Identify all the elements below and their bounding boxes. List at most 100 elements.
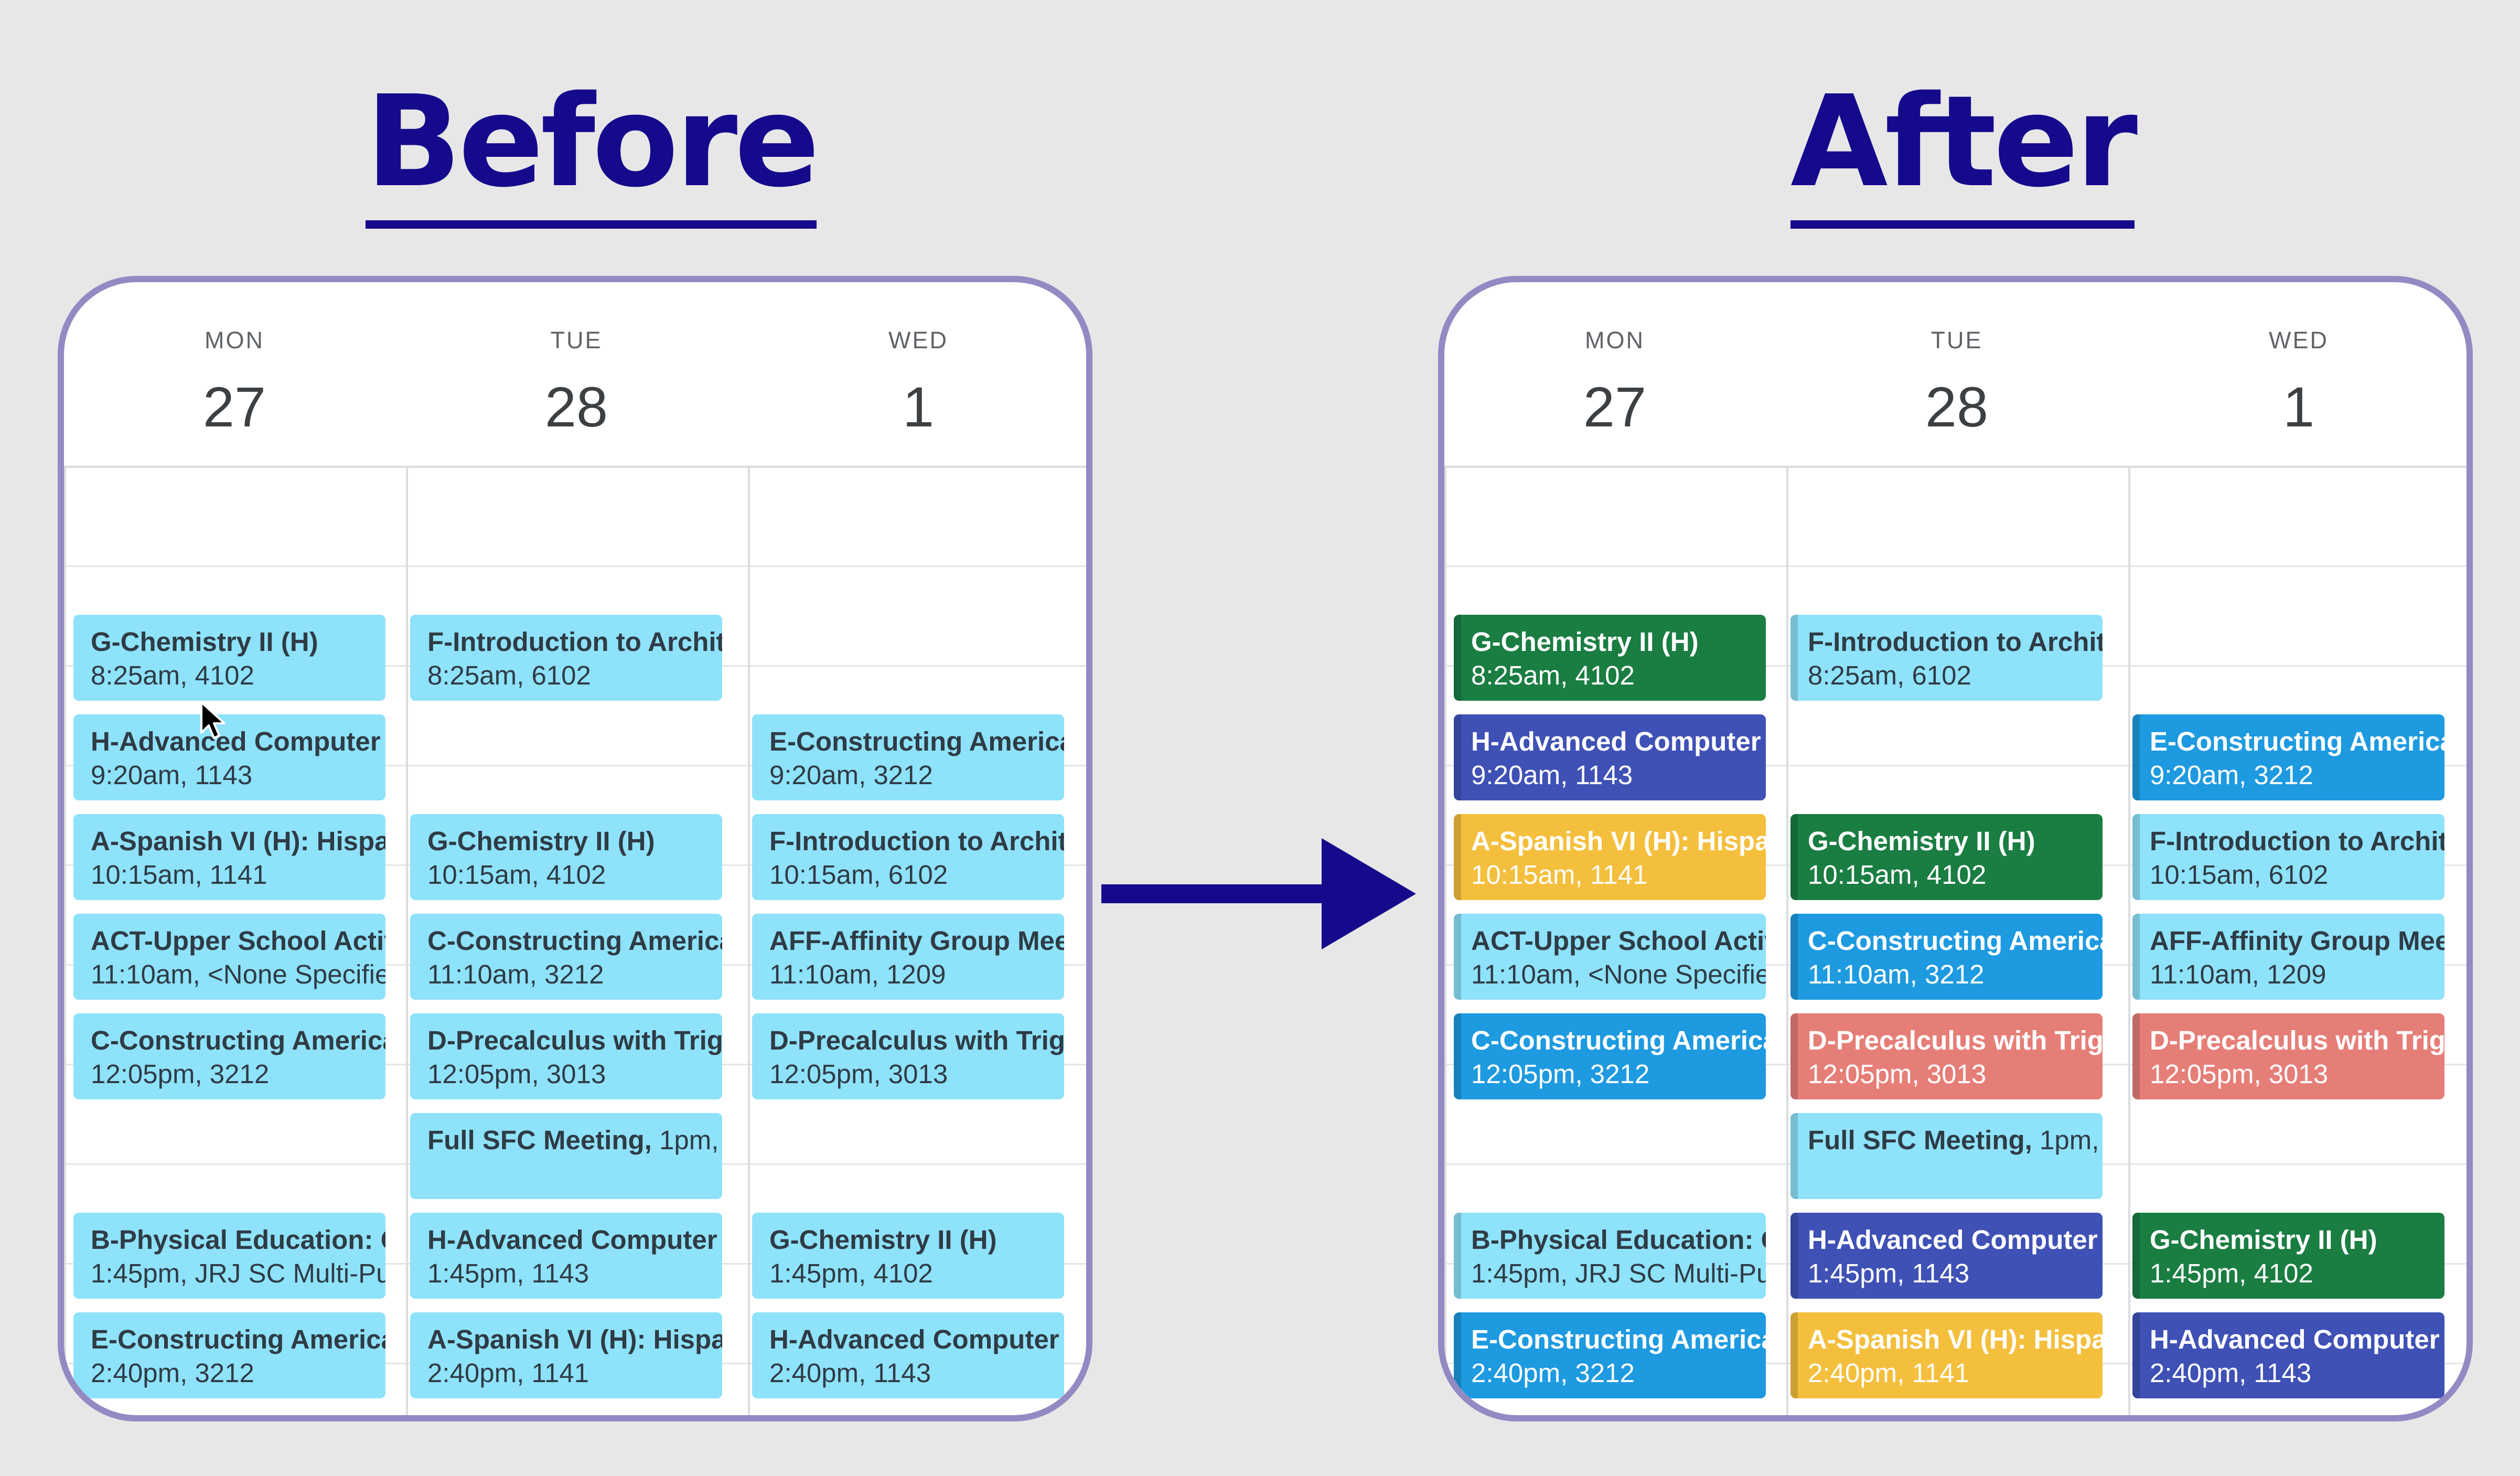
event-time-room: 1:45pm, 4102 <box>2150 1258 2313 1288</box>
calendar-event[interactable]: AFF-Affinity Group Meet 11:10am, 1209 <box>2132 914 2444 1000</box>
header-divider <box>64 466 1086 468</box>
event-title: E-Constructing America <box>2150 726 2444 756</box>
event-time-room: 1:45pm, 1143 <box>1808 1258 1970 1288</box>
header-divider <box>1444 466 2467 468</box>
date-number: 1 <box>2282 375 2315 438</box>
all-day-row-divider <box>64 565 1086 567</box>
event-title: D-Precalculus with Trigo <box>427 1025 722 1055</box>
event-time-room: 1:45pm, 4102 <box>769 1258 933 1288</box>
calendar-event[interactable]: H-Advanced Computer S 1:45pm, 1143 <box>410 1213 722 1299</box>
calendar-event[interactable]: ACT-Upper School Activ 11:10am, <None Spe… <box>73 914 385 1000</box>
calendar-event[interactable]: G-Chemistry II (H) 8:25am, 4102 <box>1454 615 1766 701</box>
calendar-event[interactable]: B-Physical Education: G 1:45pm, JRJ SC Mu… <box>73 1213 385 1299</box>
date-number: 28 <box>544 375 608 438</box>
calendar-event[interactable]: G-Chemistry II (H) 1:45pm, 4102 <box>752 1213 1064 1299</box>
calendar-event[interactable]: D-Precalculus with Trigo 12:05pm, 3013 <box>752 1013 1064 1099</box>
event-title: D-Precalculus with Trigo <box>1808 1025 2103 1055</box>
event-title: B-Physical Education: G <box>1471 1225 1766 1255</box>
calendar-event[interactable]: Full SFC Meeting, 1pm, R <box>410 1113 722 1199</box>
after-calendar: MON 27 TUE 28 WED 1 G-Chemistry II (H) 8:25am, … <box>1438 276 2473 1421</box>
calendar-event[interactable]: F-Introduction to Archite 10:15am, 6102 <box>2132 814 2444 900</box>
calendar-event[interactable]: C-Constructing America 11:10am, 3212 <box>1790 914 2103 1000</box>
event-title: G-Chemistry II (H) <box>1808 826 2035 856</box>
event-title: G-Chemistry II (H) <box>427 826 655 856</box>
event-title: B-Physical Education: G <box>91 1225 385 1255</box>
event-title: H-Advanced Computer S <box>2150 1324 2444 1354</box>
calendar-event[interactable]: G-Chemistry II (H) 10:15am, 4102 <box>1790 814 2103 900</box>
calendar-event[interactable]: G-Chemistry II (H) 10:15am, 4102 <box>410 814 722 900</box>
calendar-event[interactable]: ACT-Upper School Activ 11:10am, <None Spe… <box>1454 914 1766 1000</box>
calendar-event[interactable]: A-Spanish VI (H): Hispa 10:15am, 1141 <box>1454 814 1766 900</box>
day-header-tue: TUE 28 <box>1786 282 2127 466</box>
calendar-event[interactable]: H-Advanced Computer S 9:20am, 1143 <box>1454 714 1766 800</box>
event-title: C-Constructing America <box>1471 1025 1766 1055</box>
calendar-event[interactable]: C-Constructing America 12:05pm, 3212 <box>73 1013 385 1099</box>
calendar-event[interactable]: G-Chemistry II (H) 8:25am, 4102 <box>73 615 385 701</box>
day-of-week-label: TUE <box>550 327 603 354</box>
event-title: C-Constructing America <box>1808 926 2103 956</box>
mouse-pointer-icon <box>200 701 226 739</box>
event-time-room: 12:05pm, 3013 <box>1808 1059 1987 1089</box>
calendar-event[interactable]: D-Precalculus with Trigo 12:05pm, 3013 <box>410 1013 722 1099</box>
calendar-event[interactable]: F-Introduction to Archite 8:25am, 6102 <box>1790 615 2103 701</box>
event-title: H-Advanced Computer S <box>91 726 385 756</box>
day-of-week-label: TUE <box>1931 327 1983 354</box>
event-time-room: 8:25am, 6102 <box>1808 660 1971 690</box>
calendar-event[interactable]: D-Precalculus with Trigo 12:05pm, 3013 <box>1790 1013 2103 1099</box>
calendar-event[interactable]: A-Spanish VI (H): Hispa 10:15am, 1141 <box>73 814 385 900</box>
event-time-inline: 1pm, R <box>659 1125 722 1155</box>
event-title: E-Constructing America <box>1471 1324 1766 1354</box>
event-time-room: 2:40pm, 3212 <box>91 1358 254 1388</box>
calendar-event[interactable]: Full SFC Meeting, 1pm, R <box>1790 1113 2103 1199</box>
event-time-room: 9:20am, 3212 <box>769 760 933 790</box>
event-time-room: 11:10am, <None Specifie <box>1471 959 1766 989</box>
event-title: F-Introduction to Archite <box>1808 627 2103 657</box>
calendar-event[interactable]: E-Constructing America 9:20am, 3212 <box>752 714 1064 800</box>
day-of-week-label: MON <box>205 327 264 354</box>
date-number: 27 <box>1583 375 1647 438</box>
day-column-divider <box>748 466 750 1415</box>
date-number: 1 <box>902 375 935 438</box>
calendar-event[interactable]: E-Constructing America 2:40pm, 3212 <box>73 1312 385 1398</box>
event-time-room: 12:05pm, 3013 <box>2150 1059 2329 1089</box>
event-title: AFF-Affinity Group Meet <box>769 926 1064 956</box>
event-time-room: 1:45pm, 1143 <box>427 1258 589 1288</box>
event-time-inline: 1pm, R <box>2039 1125 2103 1155</box>
event-title: G-Chemistry II (H) <box>1471 627 1699 657</box>
calendar-event[interactable]: H-Advanced Computer S 2:40pm, 1143 <box>2132 1312 2444 1398</box>
calendar-event[interactable]: H-Advanced Computer S 2:40pm, 1143 <box>752 1312 1064 1398</box>
event-time-room: 2:40pm, 3212 <box>1471 1358 1635 1388</box>
event-time-room: 10:15am, 4102 <box>427 860 606 890</box>
event-time-room: 12:05pm, 3013 <box>769 1059 948 1089</box>
calendar-event[interactable]: AFF-Affinity Group Meet 11:10am, 1209 <box>752 914 1064 1000</box>
event-title: F-Introduction to Archite <box>2150 826 2444 856</box>
calendar-event[interactable]: H-Advanced Computer S 1:45pm, 1143 <box>1790 1213 2103 1299</box>
event-time-room: 8:25am, 6102 <box>427 660 591 690</box>
calendar-event[interactable]: F-Introduction to Archite 10:15am, 6102 <box>752 814 1064 900</box>
right-arrow-icon <box>1101 838 1416 949</box>
day-header-tue: TUE 28 <box>406 282 747 466</box>
event-title: ACT-Upper School Activ <box>91 926 385 956</box>
event-title: A-Spanish VI (H): Hispa <box>91 826 385 856</box>
event-title: C-Constructing America <box>427 926 722 956</box>
calendar-event[interactable]: B-Physical Education: G 1:45pm, JRJ SC Mu… <box>1454 1213 1766 1299</box>
after-title: After <box>1790 79 2138 236</box>
all-day-row-divider <box>1444 565 2467 567</box>
event-title: G-Chemistry II (H) <box>91 627 318 657</box>
calendar-event[interactable]: C-Constructing America 11:10am, 3212 <box>410 914 722 1000</box>
calendar-event[interactable]: D-Precalculus with Trigo 12:05pm, 3013 <box>2132 1013 2444 1099</box>
calendar-event[interactable]: A-Spanish VI (H): Hispa 2:40pm, 1141 <box>1790 1312 2103 1398</box>
calendar-event[interactable]: A-Spanish VI (H): Hispa 2:40pm, 1141 <box>410 1312 722 1398</box>
calendar-event[interactable]: E-Constructing America 9:20am, 3212 <box>2132 714 2444 800</box>
day-column-divider <box>64 466 66 1415</box>
event-title: F-Introduction to Archite <box>769 826 1064 856</box>
calendar-event[interactable]: F-Introduction to Archite 8:25am, 6102 <box>410 615 722 701</box>
calendar-event[interactable]: C-Constructing America 12:05pm, 3212 <box>1454 1013 1766 1099</box>
calendar-event[interactable]: G-Chemistry II (H) 1:45pm, 4102 <box>2132 1213 2444 1299</box>
calendar-event[interactable]: E-Constructing America 2:40pm, 3212 <box>1454 1312 1766 1398</box>
event-title: ACT-Upper School Activ <box>1471 926 1766 956</box>
event-time-room: 2:40pm, 1141 <box>427 1358 589 1388</box>
event-title: D-Precalculus with Trigo <box>2150 1025 2444 1055</box>
event-title: G-Chemistry II (H) <box>2150 1225 2377 1255</box>
event-time-room: 2:40pm, 1143 <box>769 1358 931 1388</box>
